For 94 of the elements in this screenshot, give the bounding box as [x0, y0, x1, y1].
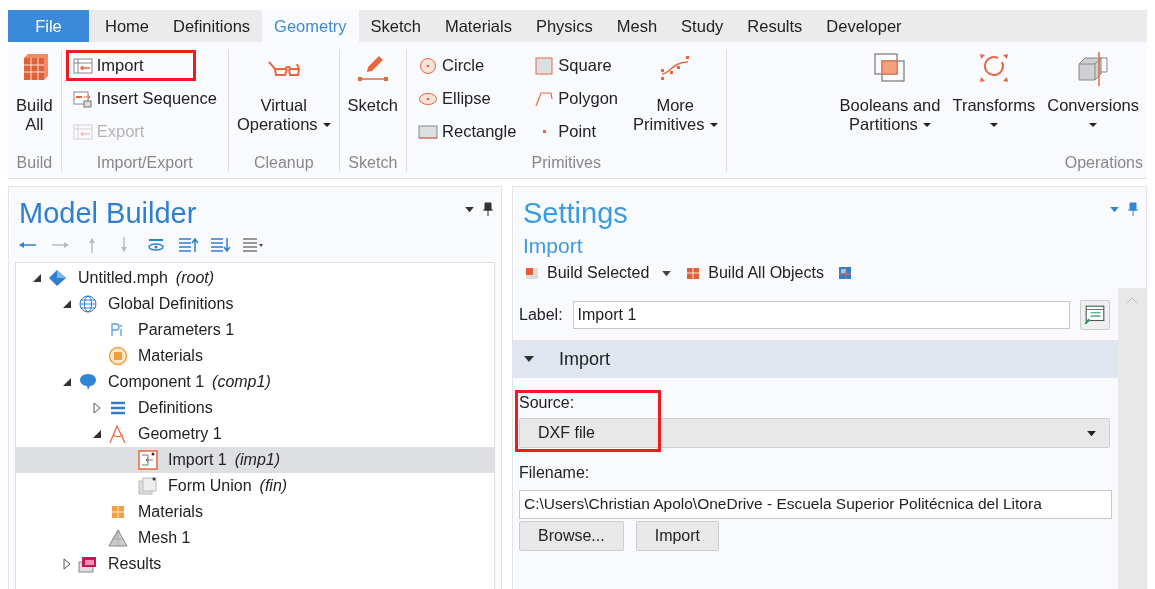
field-label: Source:: [518, 393, 576, 413]
build-selected-icon: [525, 266, 539, 280]
caret-icon: [1086, 429, 1097, 437]
tree-item[interactable]: Component 1 (comp1): [16, 369, 494, 395]
group-label: Primitives: [530, 154, 602, 172]
tree-item[interactable]: Global Definitions: [16, 291, 494, 317]
ribbon-button[interactable]: Sketch: [343, 50, 403, 154]
expanded-arrow-icon: [523, 355, 535, 363]
ribbon-button[interactable]: Ellipse: [411, 83, 524, 114]
expanded-arrow-icon[interactable]: [62, 298, 72, 310]
rectangle-icon: [418, 122, 439, 141]
source-dropdown[interactable]: DXF file: [519, 418, 1110, 448]
comment-button[interactable]: [1080, 300, 1110, 330]
square-icon: [534, 56, 555, 75]
ribbon-button[interactable]: Polygon: [527, 83, 625, 114]
globe-icon: [78, 294, 98, 314]
component-icon: [78, 372, 98, 392]
tree-item[interactable]: Definitions: [16, 395, 494, 421]
pin-icon[interactable]: [483, 202, 493, 216]
ribbon-button[interactable]: Build All: [12, 50, 57, 154]
ribbon-tab[interactable]: Definitions: [161, 10, 263, 42]
import-icon: [138, 450, 158, 470]
tree-item[interactable]: Results: [16, 551, 494, 577]
ribbon-tab[interactable]: Results: [735, 10, 815, 42]
group-label: Build: [15, 154, 54, 172]
ribbon-tab[interactable]: Physics: [523, 10, 605, 42]
ribbon-tab[interactable]: File: [8, 10, 89, 42]
tree-item[interactable]: Untitled.mph (root): [16, 265, 494, 291]
ribbon-tab[interactable]: Home: [93, 10, 161, 42]
settings-subtitle: Import: [522, 233, 584, 259]
toolbar-button[interactable]: Build All Objects: [686, 264, 824, 282]
ribbon-tab[interactable]: Developer: [814, 10, 914, 42]
import-icon: [72, 122, 93, 141]
ribbon-button[interactable]: More Primitives: [629, 50, 722, 154]
import-icon: [72, 56, 93, 75]
group-label: Sketch: [347, 154, 399, 172]
eye-icon[interactable]: [145, 236, 167, 254]
ribbon-tab[interactable]: Geometry: [262, 10, 359, 42]
collapsed-arrow-icon[interactable]: [92, 402, 102, 414]
mesh-icon: [108, 528, 128, 548]
ribbon-tab[interactable]: Mesh: [604, 10, 670, 42]
ribbon-button[interactable]: Conversions: [1043, 50, 1143, 154]
tree-item[interactable]: Materials: [16, 343, 494, 369]
polygon-icon: [534, 89, 555, 108]
ribbon-tab[interactable]: Study: [669, 10, 736, 42]
point-icon: [543, 130, 547, 133]
ribbon-button[interactable]: Square: [527, 50, 625, 81]
collapsed-arrow-icon[interactable]: [62, 558, 72, 570]
filename-field[interactable]: C:\Users\Christian Apolo\OneDrive - Escuela Superior Politécnica del Litora: [519, 490, 1112, 519]
section-header[interactable]: Import: [513, 340, 1118, 378]
ribbon-tab[interactable]: Materials: [432, 10, 524, 42]
caret-icon[interactable]: [464, 205, 475, 213]
expanded-arrow-icon[interactable]: [32, 272, 42, 284]
expand-icon[interactable]: [209, 236, 231, 254]
action-button[interactable]: Browse...: [519, 521, 624, 551]
build-icon: [686, 266, 701, 280]
expanded-arrow-icon[interactable]: [92, 428, 102, 440]
list-icon[interactable]: [241, 236, 263, 254]
ribbon-tab[interactable]: Sketch: [358, 10, 433, 42]
ribbon-button[interactable]: Circle: [411, 50, 524, 81]
scrollbar[interactable]: [1118, 288, 1146, 589]
tree-item[interactable]: Form Union (fin): [16, 473, 494, 499]
ribbon-button[interactable]: Transforms: [948, 50, 1040, 154]
group-label: Operations: [1063, 154, 1143, 172]
field-label: Label:: [519, 306, 563, 324]
circle-icon: [418, 56, 439, 75]
tree-item[interactable]: Geometry 1: [16, 421, 494, 447]
materials-icon: [108, 346, 128, 366]
panel-title: Settings: [523, 197, 628, 230]
action-button[interactable]: Import: [635, 521, 720, 551]
results-icon: [78, 554, 98, 574]
panel-title: Model Builder: [19, 197, 197, 230]
expanded-arrow-icon[interactable]: [62, 376, 72, 388]
diamond-icon: [48, 268, 68, 288]
tree-item[interactable]: Materials: [16, 499, 494, 525]
toolbar-button[interactable]: Build Selected: [525, 264, 673, 282]
group-label: Cleanup: [252, 154, 315, 172]
union-icon: [138, 476, 158, 496]
ribbon-button[interactable]: Rectangle: [411, 116, 524, 147]
ribbon-button[interactable]: Booleans and Partitions: [835, 50, 945, 154]
label-field[interactable]: Import 1: [572, 301, 1070, 329]
group-label: Import/Export: [95, 154, 194, 172]
collapse-icon[interactable]: [177, 236, 199, 254]
ribbon-button[interactable]: Import: [65, 50, 196, 81]
compass-icon: [108, 424, 128, 444]
grid-icon[interactable]: [837, 266, 852, 280]
tree-item[interactable]: Parameters 1: [16, 317, 494, 343]
ribbon-button[interactable]: Insert Sequence: [65, 83, 224, 114]
field-label: Filename:: [518, 463, 591, 483]
ribbon-button[interactable]: Virtual Operations: [232, 50, 335, 154]
ribbon-button[interactable]: Point: [527, 116, 625, 147]
tree-item[interactable]: Import 1 (imp1): [16, 447, 494, 473]
tree-item[interactable]: Mesh 1: [16, 525, 494, 551]
sequence-icon: [72, 89, 93, 108]
